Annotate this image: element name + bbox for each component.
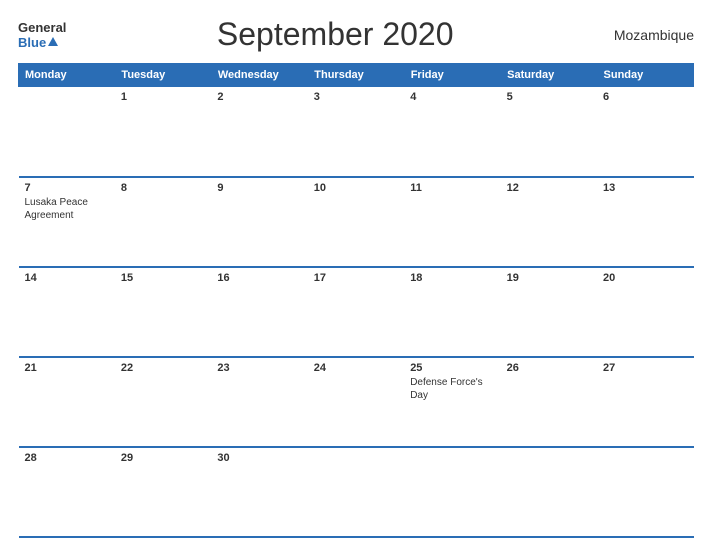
table-row: 12	[501, 177, 597, 267]
table-row: 13	[597, 177, 693, 267]
day-number: 22	[121, 362, 205, 374]
day-number: 12	[507, 182, 591, 194]
table-row: 8	[115, 177, 211, 267]
col-wednesday: Wednesday	[211, 64, 307, 87]
table-row: 23	[211, 357, 307, 447]
col-tuesday: Tuesday	[115, 64, 211, 87]
day-number: 9	[217, 182, 301, 194]
day-number: 24	[314, 362, 398, 374]
table-row: 18	[404, 267, 500, 357]
table-row	[501, 447, 597, 537]
table-row: 10	[308, 177, 404, 267]
table-row	[597, 447, 693, 537]
day-number: 27	[603, 362, 687, 374]
day-number: 13	[603, 182, 687, 194]
table-row: 14	[19, 267, 115, 357]
day-number: 28	[25, 452, 109, 464]
table-row: 5	[501, 87, 597, 177]
calendar-page: General Blue September 2020 Mozambique M…	[0, 0, 712, 550]
table-row: 27	[597, 357, 693, 447]
day-number: 6	[603, 91, 687, 103]
table-row: 28	[19, 447, 115, 537]
table-row: 7 Lusaka Peace Agreement	[19, 177, 115, 267]
logo-blue-text: Blue	[18, 35, 46, 50]
day-number: 21	[25, 362, 109, 374]
table-row: 24	[308, 357, 404, 447]
table-row: 29	[115, 447, 211, 537]
table-row	[404, 447, 500, 537]
day-number: 25	[410, 362, 494, 374]
table-row: 25 Defense Force's Day	[404, 357, 500, 447]
day-number: 20	[603, 272, 687, 284]
day-number: 5	[507, 91, 591, 103]
day-number: 18	[410, 272, 494, 284]
day-number: 19	[507, 272, 591, 284]
table-row: 4	[404, 87, 500, 177]
calendar-week-row: 28 29 30	[19, 447, 694, 537]
col-thursday: Thursday	[308, 64, 404, 87]
table-row: 3	[308, 87, 404, 177]
weekday-header-row: Monday Tuesday Wednesday Thursday Friday…	[19, 64, 694, 87]
day-number: 16	[217, 272, 301, 284]
calendar-week-row: 14 15 16 17 18 19 20	[19, 267, 694, 357]
day-number: 3	[314, 91, 398, 103]
col-sunday: Sunday	[597, 64, 693, 87]
table-row: 21	[19, 357, 115, 447]
day-number: 10	[314, 182, 398, 194]
table-row: 6	[597, 87, 693, 177]
table-row: 11	[404, 177, 500, 267]
table-row: 1	[115, 87, 211, 177]
day-number: 1	[121, 91, 205, 103]
day-number: 15	[121, 272, 205, 284]
table-row: 2	[211, 87, 307, 177]
day-number: 7	[25, 182, 109, 194]
calendar-week-row: 7 Lusaka Peace Agreement 89 10 11 12 13	[19, 177, 694, 267]
day-number: 26	[507, 362, 591, 374]
table-row: 26	[501, 357, 597, 447]
col-friday: Friday	[404, 64, 500, 87]
col-monday: Monday	[19, 64, 115, 87]
table-row	[308, 447, 404, 537]
day-number: 8	[121, 182, 205, 194]
table-row: 22	[115, 357, 211, 447]
table-row: 9	[211, 177, 307, 267]
event-label: Lusaka Peace Agreement	[25, 196, 109, 222]
table-row	[19, 87, 115, 177]
logo: General Blue	[18, 20, 66, 50]
day-number: 2	[217, 91, 301, 103]
country-name: Mozambique	[604, 27, 694, 43]
day-number: 11	[410, 182, 494, 194]
logo-general: General	[18, 20, 66, 35]
table-row: 16	[211, 267, 307, 357]
col-saturday: Saturday	[501, 64, 597, 87]
calendar-week-row: 21 22 23 24 25 Defense Force's Day 26 27	[19, 357, 694, 447]
calendar-header: General Blue September 2020 Mozambique	[18, 16, 694, 53]
calendar-table: Monday Tuesday Wednesday Thursday Friday…	[18, 63, 694, 538]
calendar-title: September 2020	[66, 16, 604, 53]
table-row: 15	[115, 267, 211, 357]
logo-triangle-icon	[48, 37, 58, 46]
table-row: 30	[211, 447, 307, 537]
event-label: Defense Force's Day	[410, 376, 494, 402]
table-row: 20	[597, 267, 693, 357]
day-number: 14	[25, 272, 109, 284]
calendar-week-row: 12 34 56	[19, 87, 694, 177]
day-number: 17	[314, 272, 398, 284]
day-number: 29	[121, 452, 205, 464]
day-number: 4	[410, 91, 494, 103]
table-row: 17	[308, 267, 404, 357]
table-row: 19	[501, 267, 597, 357]
logo-blue: Blue	[18, 35, 58, 50]
day-number: 23	[217, 362, 301, 374]
day-number: 30	[217, 452, 301, 464]
